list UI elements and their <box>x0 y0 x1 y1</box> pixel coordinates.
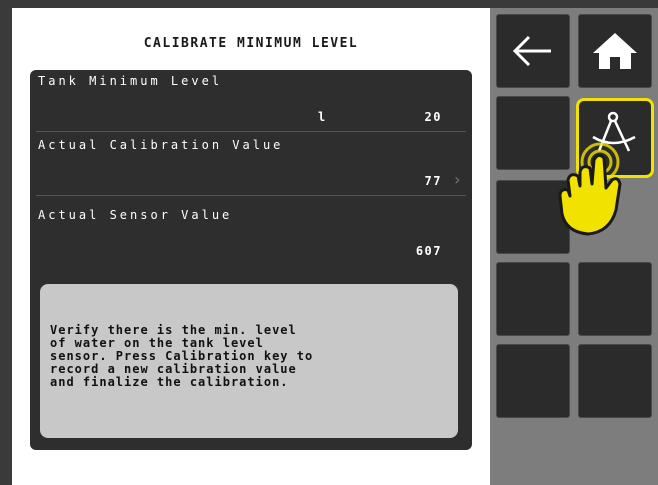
row-value: 607 <box>415 244 442 258</box>
row-label: Actual Calibration Value <box>38 138 284 152</box>
row-value: 20 <box>424 110 442 124</box>
row-divider <box>36 195 466 196</box>
row-unit: l <box>318 110 326 124</box>
main-screen: CALIBRATE MINIMUM LEVEL Tank Minimum Lev… <box>12 8 490 485</box>
home-icon <box>593 33 637 69</box>
screen-frame-left <box>0 0 12 485</box>
tap-hand-icon <box>558 142 622 236</box>
home-button[interactable] <box>578 14 652 88</box>
settings-panel: Tank Minimum Level l 20 Actual Calibrati… <box>30 70 472 450</box>
instruction-message-box: Verify there is the min. level of water … <box>40 284 458 438</box>
row-value: 77 <box>424 174 442 188</box>
row-divider <box>36 131 466 132</box>
page-title: CALIBRATE MINIMUM LEVEL <box>143 36 359 51</box>
softkey-empty[interactable] <box>496 262 570 336</box>
row-actual-sensor-value: Actual Sensor Value 607 <box>30 204 472 266</box>
row-label: Actual Sensor Value <box>38 208 233 222</box>
softkey-empty[interactable] <box>578 344 652 418</box>
chevron-right-icon: › <box>452 170 462 189</box>
row-actual-calibration-value[interactable]: Actual Calibration Value 77 › <box>30 134 472 196</box>
softkey-empty[interactable] <box>578 262 652 336</box>
back-arrow-icon <box>512 35 551 67</box>
row-label: Tank Minimum Level <box>38 74 223 88</box>
back-button[interactable] <box>496 14 570 88</box>
row-tank-minimum-level[interactable]: Tank Minimum Level l 20 <box>30 70 472 132</box>
instruction-message: Verify there is the min. level of water … <box>50 323 314 389</box>
softkey-empty[interactable] <box>496 344 570 418</box>
screen-frame-top <box>0 0 658 8</box>
